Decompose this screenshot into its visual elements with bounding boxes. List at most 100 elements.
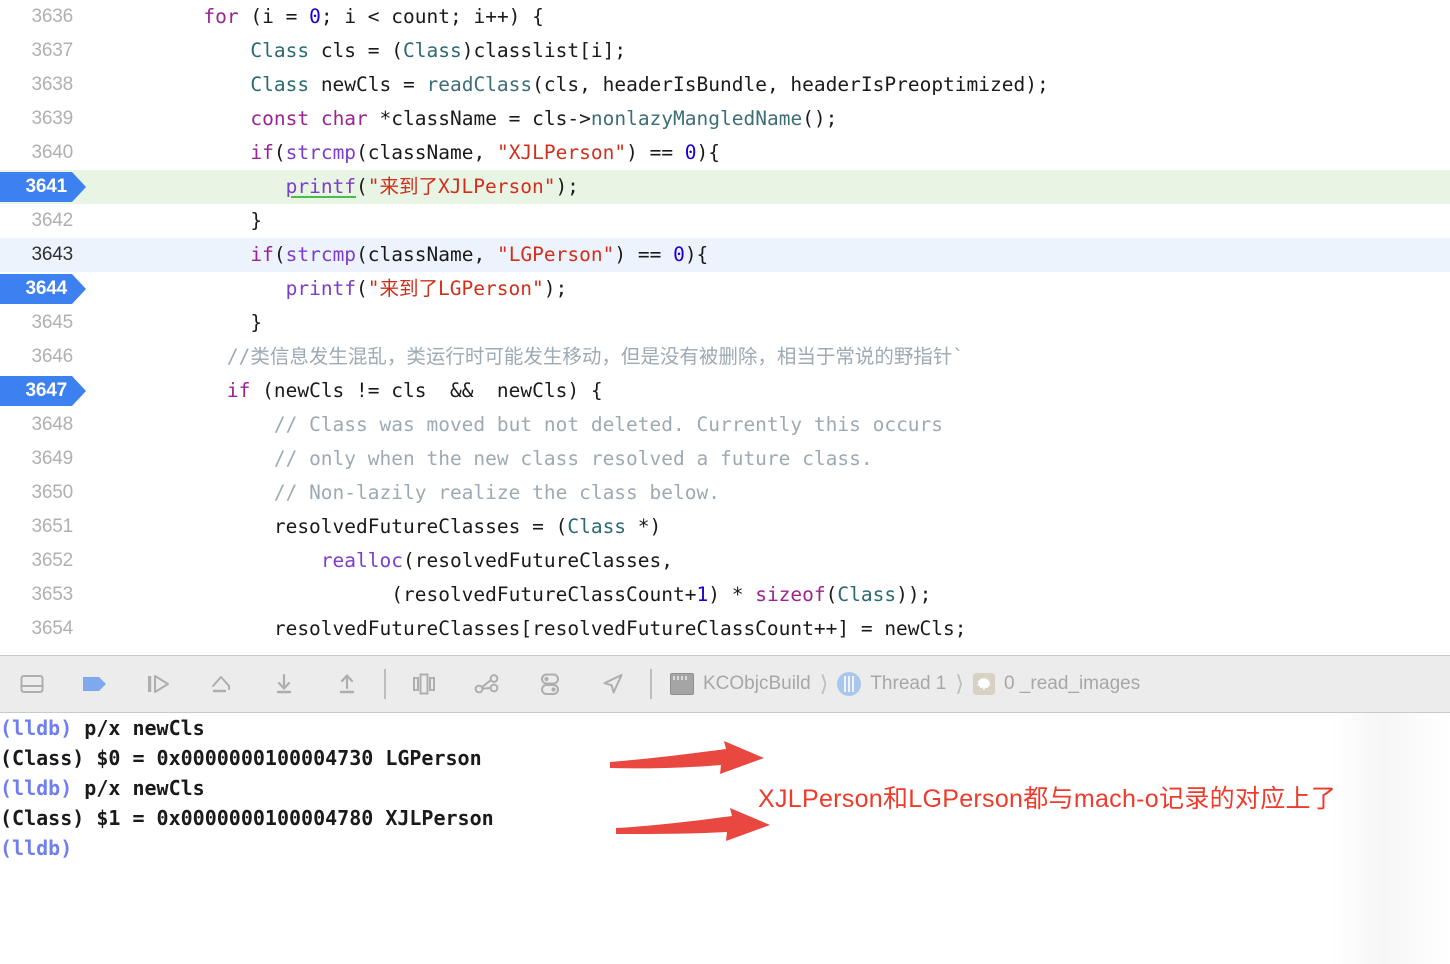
console-text: (Class) $1 = 0x0000000100004780 XJLPerso…: [0, 806, 494, 830]
code-line[interactable]: 3642 }: [0, 204, 1450, 238]
breadcrumb-item-frame[interactable]: 0 _read_images: [969, 673, 1144, 695]
continue-button[interactable]: [63, 661, 126, 707]
line-number: 3640: [31, 142, 74, 163]
step-into-button[interactable]: [189, 661, 252, 707]
step-out-button[interactable]: [315, 661, 378, 707]
console-text: (Class) $0 = 0x0000000100004730 LGPerson: [0, 746, 482, 770]
code-text: for (i = 0; i < count; i++) {: [86, 0, 544, 34]
code-text: printf("来到了XJLPerson");: [86, 170, 579, 204]
code-line[interactable]: 3649 // only when the new class resolved…: [0, 442, 1450, 476]
line-number: 3648: [31, 414, 74, 435]
code-line[interactable]: 3646 //类信息发生混乱，类运行时可能发生移动，但是没有被删除，相当于常说的…: [0, 340, 1450, 374]
line-number-gutter[interactable]: 3643: [0, 238, 86, 272]
line-number-gutter[interactable]: 3649: [0, 442, 86, 476]
code-token: printf: [285, 277, 357, 300]
breadcrumb-label-thread: Thread 1: [870, 673, 947, 694]
code-token: (: [356, 277, 368, 300]
lldb-console-output[interactable]: (lldb) p/x newCls (Class) $0 = 0x00000001…: [0, 713, 1450, 964]
code-line[interactable]: 3648 // Class was moved but not deleted.…: [0, 408, 1450, 442]
line-number-gutter[interactable]: 3638: [0, 68, 86, 102]
code-token: }: [86, 209, 263, 232]
code-token: (className,: [356, 243, 497, 266]
console-text: p/x newCls: [72, 716, 205, 740]
code-line[interactable]: 3639 const char *className = cls->nonlaz…: [0, 102, 1450, 136]
code-token: *className = cls->: [367, 107, 591, 130]
line-number: 3637: [31, 40, 74, 61]
code-line[interactable]: 3654 resolvedFutureClasses[resolvedFutur…: [0, 612, 1450, 646]
code-token: ){: [696, 141, 721, 164]
line-number: 3638: [31, 74, 74, 95]
code-line[interactable]: 3637 Class cls = (Class)classlist[i];: [0, 34, 1450, 68]
code-line[interactable]: 3651 resolvedFutureClasses = (Class *): [0, 510, 1450, 544]
code-line[interactable]: 3643 if(strcmp(className, "LGPerson") ==…: [0, 238, 1450, 272]
code-token: *): [626, 515, 662, 538]
console-text: p/x newCls: [72, 776, 205, 800]
breakpoint-marker[interactable]: 3644: [0, 272, 86, 306]
line-number: 3651: [31, 516, 74, 537]
code-token: newCls =: [309, 73, 427, 96]
line-number-gutter[interactable]: 3650: [0, 476, 86, 510]
code-text: }: [86, 204, 262, 238]
line-number-gutter[interactable]: 3639: [0, 102, 86, 136]
line-number: 3636: [31, 6, 74, 27]
debug-view-hierarchy-button[interactable]: [392, 661, 455, 707]
code-line[interactable]: 3638 Class newCls = readClass(cls, heade…: [0, 68, 1450, 102]
code-text: if(strcmp(className, "XJLPerson") == 0){: [86, 136, 720, 170]
code-line[interactable]: 3647 if (newCls != cls && newCls) {: [0, 374, 1450, 408]
code-line[interactable]: 3640 if(strcmp(className, "XJLPerson") =…: [0, 136, 1450, 170]
code-line[interactable]: 3653 (resolvedFutureClassCount+1) * size…: [0, 578, 1450, 612]
line-number: 3644: [25, 278, 68, 299]
code-text: Class cls = (Class)classlist[i];: [86, 34, 626, 68]
debug-memory-graph-button[interactable]: [455, 661, 518, 707]
line-number-gutter[interactable]: 3636: [0, 0, 86, 34]
code-line[interactable]: 3652 realloc(resolvedFutureClasses,: [0, 544, 1450, 578]
code-text: if (newCls != cls && newCls) {: [86, 374, 603, 408]
line-number-gutter[interactable]: 3653: [0, 578, 86, 612]
source-code-editor[interactable]: 3636 for (i = 0; i < count; i++) {3637 C…: [0, 0, 1450, 655]
code-line[interactable]: 3636 for (i = 0; i < count; i++) {: [0, 0, 1450, 34]
line-number-gutter[interactable]: 3640: [0, 136, 86, 170]
line-number-gutter[interactable]: 3654: [0, 612, 86, 646]
code-line[interactable]: 3641 printf("来到了XJLPerson");: [0, 170, 1450, 204]
line-number-gutter[interactable]: 3648: [0, 408, 86, 442]
line-number-gutter[interactable]: 3646: [0, 340, 86, 374]
code-token: Class: [250, 39, 310, 62]
environment-overrides-button[interactable]: [518, 661, 581, 707]
breadcrumb-item-project[interactable]: KCObjcBuild: [666, 673, 815, 695]
code-line[interactable]: 3650 // Non-lazily realize the class bel…: [0, 476, 1450, 510]
line-number-gutter[interactable]: 3642: [0, 204, 86, 238]
code-text: // only when the new class resolved a fu…: [86, 442, 873, 476]
code-token: strcmp: [285, 141, 357, 164]
breakpoint-marker[interactable]: 3641: [0, 170, 86, 204]
code-token: Class: [250, 73, 310, 96]
code-token: // Class was moved but not deleted. Curr…: [273, 413, 944, 436]
lldb-prompt: (lldb): [0, 836, 73, 860]
step-down-button[interactable]: [252, 661, 315, 707]
toolbar-divider-2: [650, 669, 652, 699]
breakpoint-marker[interactable]: 3647: [0, 374, 86, 408]
code-line[interactable]: 3645 }: [0, 306, 1450, 340]
line-number-gutter[interactable]: 3652: [0, 544, 86, 578]
code-token: const: [250, 107, 310, 130]
step-over-button[interactable]: [126, 661, 189, 707]
line-number-gutter[interactable]: 3645: [0, 306, 86, 340]
environment-overrides-icon: [540, 673, 559, 695]
line-number-gutter[interactable]: 3637: [0, 34, 86, 68]
line-number: 3642: [31, 210, 74, 231]
code-line[interactable]: 3644 printf("来到了LGPerson");: [0, 272, 1450, 306]
line-number: 3643: [31, 244, 74, 265]
toggle-debug-area-button[interactable]: [0, 661, 63, 707]
line-number-gutter[interactable]: 3651: [0, 510, 86, 544]
breadcrumb-item-thread[interactable]: Thread 1: [833, 672, 950, 696]
code-token: 1: [696, 583, 709, 606]
code-token: (: [356, 175, 368, 198]
simulate-location-button[interactable]: [581, 661, 644, 707]
